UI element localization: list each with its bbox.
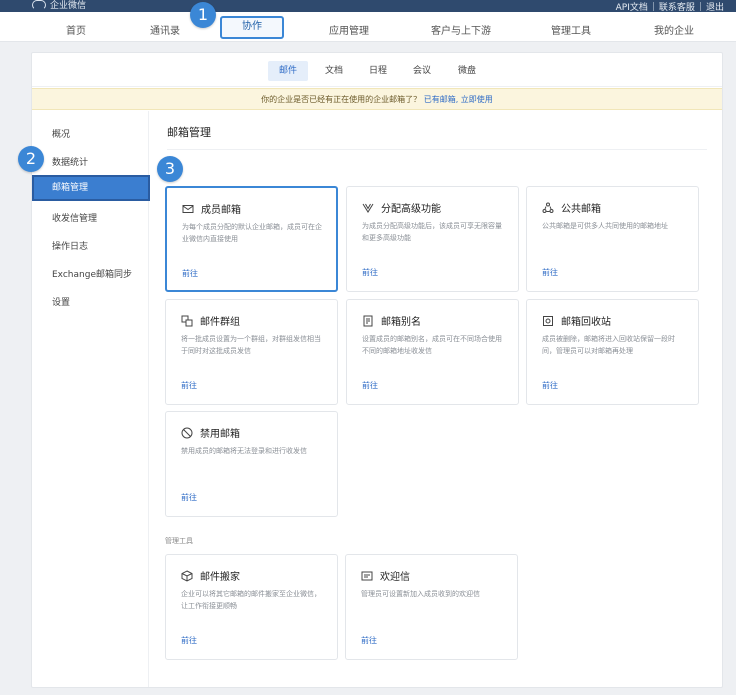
sidebar-item-mailbox-management[interactable]: 邮箱管理: [32, 175, 150, 201]
card-desc: 公共邮箱是可供多人共同使用的邮箱地址: [542, 222, 668, 230]
notice-text: 你的企业是否已经有正在使用的企业邮箱了？: [261, 95, 422, 104]
go-link[interactable]: 前往: [181, 380, 197, 391]
card-title: 邮件群组: [200, 317, 240, 328]
main-panel: 邮件 文档 日程 会议 微盘 你的企业是否已经有正在使用的企业邮箱了？ 已有邮箱…: [31, 52, 723, 688]
sub-tabs: 邮件 文档 日程 会议 微盘: [32, 53, 722, 87]
card-desc: 管理员可设置新加入成员收到的欢迎信: [361, 590, 480, 598]
card-advanced-features[interactable]: 分配高级功能 为成员分配高级功能后，该成员可享无限容量和更多高级功能 前往: [346, 186, 519, 292]
step-badge-1: 1: [190, 2, 216, 28]
box-icon: [181, 569, 193, 582]
tab-drive[interactable]: 微盘: [453, 61, 481, 81]
card-desc: 成员被删除，邮箱将进入回收站保留一段时间，管理员可以对邮箱再处理: [542, 335, 675, 355]
nav-collaboration[interactable]: 协作: [220, 16, 284, 39]
card-mail-group[interactable]: 邮件群组 将一批成员设置为一个群组，对群组发信相当于同时对这批成员发信 前往: [165, 299, 338, 405]
sidebar-item-statistics[interactable]: 数据统计: [52, 155, 88, 168]
card-mail-alias[interactable]: 邮箱别名 设置成员的邮箱别名，成员可在不同场合使用不同的邮箱地址收发信 前往: [346, 299, 519, 405]
vip-icon: [362, 203, 374, 213]
go-link[interactable]: 前往: [182, 268, 198, 279]
sidebar-item-send-receive[interactable]: 收发信管理: [52, 211, 97, 224]
nav-my-company[interactable]: 我的企业: [654, 22, 694, 37]
tab-meeting[interactable]: 会议: [408, 61, 436, 81]
group-icon: [181, 315, 193, 326]
notice-bar: 你的企业是否已经有正在使用的企业邮箱了？ 已有邮箱, 立即使用: [32, 88, 722, 110]
tab-mail[interactable]: 邮件: [268, 61, 308, 81]
go-link[interactable]: 前往: [362, 267, 378, 278]
brand: 企业微信: [32, 0, 86, 11]
welcome-icon: [361, 571, 373, 580]
card-welcome-letter[interactable]: 欢迎信 管理员可设置新加入成员收到的欢迎信 前往: [345, 554, 518, 660]
card-public-mailbox[interactable]: 公共邮箱 公共邮箱是可供多人共同使用的邮箱地址 前往: [526, 186, 699, 292]
go-link[interactable]: 前往: [542, 267, 558, 278]
go-link[interactable]: 前往: [181, 492, 197, 503]
nav-home[interactable]: 首页: [66, 22, 86, 37]
card-desc: 企业可以将其它邮箱的邮件搬家至企业微信，让工作衔接更顺畅: [181, 590, 321, 610]
card-desc: 为每个成员分配的默认企业邮箱，成员可在企业微信内直接使用: [182, 223, 322, 243]
go-link[interactable]: 前往: [181, 635, 197, 646]
top-bar: 企业微信 API文档 | 联系客服 | 退出: [0, 0, 736, 13]
main-nav: 首页 通讯录 协作 应用管理 客户与上下游 管理工具 我的企业: [0, 12, 736, 42]
card-desc: 为成员分配高级功能后，该成员可享无限容量和更多高级功能: [362, 222, 502, 242]
sidebar-item-overview[interactable]: 概况: [52, 127, 70, 140]
card-title: 成员邮箱: [201, 205, 241, 216]
go-link[interactable]: 前往: [362, 380, 378, 391]
card-disable-mailbox[interactable]: 禁用邮箱 禁用成员的邮箱将无法登录和进行收发信 前往: [165, 411, 338, 517]
step-badge-2: 2: [18, 146, 44, 172]
step-badge-3: 3: [157, 156, 183, 182]
card-recycle-bin[interactable]: 邮箱回收站 成员被删除，邮箱将进入回收站保留一段时间，管理员可以对邮箱再处理 前…: [526, 299, 699, 405]
card-title: 邮件搬家: [200, 572, 240, 583]
card-title: 邮箱别名: [381, 317, 421, 328]
nav-contacts[interactable]: 通讯录: [150, 22, 180, 37]
title-divider: [167, 149, 707, 150]
nav-admin-tools[interactable]: 管理工具: [551, 22, 591, 37]
share-icon: [542, 202, 554, 213]
sidebar-item-operation-log[interactable]: 操作日志: [52, 239, 88, 252]
notice-link[interactable]: 已有邮箱, 立即使用: [424, 95, 493, 104]
tab-docs[interactable]: 文档: [320, 61, 348, 81]
card-title: 邮箱回收站: [561, 317, 611, 328]
card-desc: 禁用成员的邮箱将无法登录和进行收发信: [181, 447, 307, 455]
tab-calendar[interactable]: 日程: [364, 61, 392, 81]
card-title: 禁用邮箱: [200, 429, 240, 440]
recycle-icon: [543, 315, 553, 326]
sidebar-item-exchange-sync[interactable]: Exchange邮箱同步: [52, 267, 132, 280]
card-desc: 将一批成员设置为一个群组，对群组发信相当于同时对这批成员发信: [181, 335, 321, 355]
card-title: 欢迎信: [380, 572, 410, 583]
nav-customers[interactable]: 客户与上下游: [431, 22, 491, 37]
card-member-mailbox[interactable]: 成员邮箱 为每个成员分配的默认企业邮箱，成员可在企业微信内直接使用 前往: [165, 186, 338, 292]
alias-icon: [363, 315, 373, 326]
page-title: 邮箱管理: [167, 126, 211, 139]
go-link[interactable]: 前往: [361, 635, 377, 646]
card-desc: 设置成员的邮箱别名，成员可在不同场合使用不同的邮箱地址收发信: [362, 335, 502, 355]
ban-icon: [181, 427, 193, 438]
mail-icon: [182, 204, 194, 213]
card-title: 公共邮箱: [561, 204, 601, 215]
section-label-tools: 管理工具: [165, 537, 193, 545]
brand-name: 企业微信: [50, 1, 87, 11]
card-title: 分配高级功能: [381, 204, 441, 215]
sidebar-item-settings[interactable]: 设置: [52, 295, 70, 308]
go-link[interactable]: 前往: [542, 380, 558, 391]
side-nav: 概况 数据统计 邮箱管理 收发信管理 操作日志 Exchange邮箱同步 设置: [32, 111, 150, 687]
nav-app-management[interactable]: 应用管理: [329, 22, 369, 37]
card-mail-migration[interactable]: 邮件搬家 企业可以将其它邮箱的邮件搬家至企业微信，让工作衔接更顺畅 前往: [165, 554, 338, 660]
wecom-logo-icon: [32, 0, 46, 10]
